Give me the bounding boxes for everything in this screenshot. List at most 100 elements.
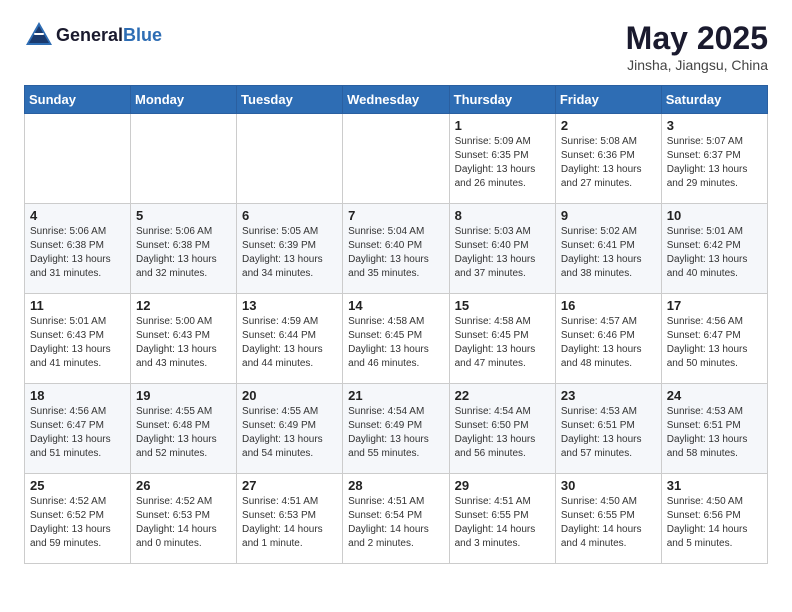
day-number: 7	[348, 208, 443, 223]
day-info: Sunrise: 4:53 AM Sunset: 6:51 PM Dayligh…	[561, 405, 656, 461]
month-year: May 2025	[626, 20, 768, 57]
calendar-cell: 13 Sunrise: 4:59 AM Sunset: 6:44 PM Dayli…	[237, 294, 343, 384]
calendar-cell: 27Sunrise: 4:51 AM Sunset: 6:53 PM Dayli…	[237, 474, 343, 564]
day-number: 24	[667, 388, 762, 403]
day-number: 10	[667, 208, 762, 223]
day-number: 11	[30, 298, 125, 313]
day-number: 2	[561, 118, 656, 133]
day-info: Sunrise: 4:52 AM Sunset: 6:52 PM Dayligh…	[30, 495, 125, 551]
calendar-cell	[131, 114, 237, 204]
day-number: 3	[667, 118, 762, 133]
header: GeneralBlue May 2025 Jinsha, Jiangsu, Ch…	[24, 20, 768, 73]
day-info: Sunrise: 4:58 AM Sunset: 6:45 PM Dayligh…	[455, 315, 550, 371]
day-info: Sunrise: 5:02 AM Sunset: 6:41 PM Dayligh…	[561, 225, 656, 281]
calendar-cell: 2Sunrise: 5:08 AM Sunset: 6:36 PM Daylig…	[555, 114, 661, 204]
calendar-cell: 26 Sunrise: 4:52 AM Sunset: 6:53 PM Dayli…	[131, 474, 237, 564]
calendar-cell: 4 Sunrise: 5:06 AM Sunset: 6:38 PM Daylig…	[25, 204, 131, 294]
calendar-cell: 16Sunrise: 4:57 AM Sunset: 6:46 PM Dayli…	[555, 294, 661, 384]
calendar-cell: 19 Sunrise: 4:55 AM Sunset: 6:48 PM Dayli…	[131, 384, 237, 474]
day-info: Sunrise: 5:00 AM Sunset: 6:43 PM Dayligh…	[136, 315, 231, 371]
day-info: Sunrise: 4:52 AM Sunset: 6:53 PM Dayligh…	[136, 495, 231, 551]
day-number: 1	[455, 118, 550, 133]
calendar-cell	[237, 114, 343, 204]
day-number: 13	[242, 298, 337, 313]
day-info: Sunrise: 4:54 AM Sunset: 6:50 PM Dayligh…	[455, 405, 550, 461]
day-number: 4	[30, 208, 125, 223]
calendar-table: SundayMondayTuesdayWednesdayThursdayFrid…	[24, 85, 768, 564]
calendar-cell: 15 Sunrise: 4:58 AM Sunset: 6:45 PM Dayli…	[449, 294, 555, 384]
calendar-cell: 20 Sunrise: 4:55 AM Sunset: 6:49 PM Dayli…	[237, 384, 343, 474]
calendar-cell: 22Sunrise: 4:54 AM Sunset: 6:50 PM Dayli…	[449, 384, 555, 474]
calendar-cell: 9 Sunrise: 5:02 AM Sunset: 6:41 PM Daylig…	[555, 204, 661, 294]
calendar-cell: 14Sunrise: 4:58 AM Sunset: 6:45 PM Dayli…	[343, 294, 449, 384]
day-info: Sunrise: 4:51 AM Sunset: 6:55 PM Dayligh…	[455, 495, 550, 551]
day-info: Sunrise: 5:05 AM Sunset: 6:39 PM Dayligh…	[242, 225, 337, 281]
day-number: 12	[136, 298, 231, 313]
calendar-cell: 29 Sunrise: 4:51 AM Sunset: 6:55 PM Dayli…	[449, 474, 555, 564]
day-info: Sunrise: 4:55 AM Sunset: 6:48 PM Dayligh…	[136, 405, 231, 461]
calendar-cell: 7 Sunrise: 5:04 AM Sunset: 6:40 PM Daylig…	[343, 204, 449, 294]
day-number: 23	[561, 388, 656, 403]
day-info: Sunrise: 4:54 AM Sunset: 6:49 PM Dayligh…	[348, 405, 443, 461]
day-header-saturday: Saturday	[661, 86, 767, 114]
calendar-cell	[25, 114, 131, 204]
day-info: Sunrise: 4:50 AM Sunset: 6:56 PM Dayligh…	[667, 495, 762, 551]
calendar-cell: 11 Sunrise: 5:01 AM Sunset: 6:43 PM Dayli…	[25, 294, 131, 384]
day-header-sunday: Sunday	[25, 86, 131, 114]
day-number: 20	[242, 388, 337, 403]
day-number: 15	[455, 298, 550, 313]
page: GeneralBlue May 2025 Jinsha, Jiangsu, Ch…	[0, 0, 792, 584]
day-info: Sunrise: 5:03 AM Sunset: 6:40 PM Dayligh…	[455, 225, 550, 281]
day-info: Sunrise: 4:55 AM Sunset: 6:49 PM Dayligh…	[242, 405, 337, 461]
calendar-cell: 1 Sunrise: 5:09 AM Sunset: 6:35 PM Daylig…	[449, 114, 555, 204]
calendar-cell: 24 Sunrise: 4:53 AM Sunset: 6:51 PM Dayli…	[661, 384, 767, 474]
day-info: Sunrise: 5:01 AM Sunset: 6:42 PM Dayligh…	[667, 225, 762, 281]
calendar-week-row: 25Sunrise: 4:52 AM Sunset: 6:52 PM Dayli…	[25, 474, 768, 564]
logo-general: General	[56, 25, 123, 45]
day-info: Sunrise: 4:56 AM Sunset: 6:47 PM Dayligh…	[667, 315, 762, 371]
day-info: Sunrise: 4:57 AM Sunset: 6:46 PM Dayligh…	[561, 315, 656, 371]
calendar-cell	[343, 114, 449, 204]
calendar-cell: 17Sunrise: 4:56 AM Sunset: 6:47 PM Dayli…	[661, 294, 767, 384]
day-info: Sunrise: 4:51 AM Sunset: 6:53 PM Dayligh…	[242, 495, 337, 551]
day-info: Sunrise: 5:09 AM Sunset: 6:35 PM Dayligh…	[455, 135, 550, 191]
logo: GeneralBlue	[24, 20, 162, 50]
calendar-cell: 23 Sunrise: 4:53 AM Sunset: 6:51 PM Dayli…	[555, 384, 661, 474]
day-info: Sunrise: 5:01 AM Sunset: 6:43 PM Dayligh…	[30, 315, 125, 371]
calendar-week-row: 4 Sunrise: 5:06 AM Sunset: 6:38 PM Daylig…	[25, 204, 768, 294]
day-info: Sunrise: 5:07 AM Sunset: 6:37 PM Dayligh…	[667, 135, 762, 191]
day-header-thursday: Thursday	[449, 86, 555, 114]
calendar-cell: 5 Sunrise: 5:06 AM Sunset: 6:38 PM Daylig…	[131, 204, 237, 294]
calendar-cell: 25Sunrise: 4:52 AM Sunset: 6:52 PM Dayli…	[25, 474, 131, 564]
day-info: Sunrise: 4:53 AM Sunset: 6:51 PM Dayligh…	[667, 405, 762, 461]
day-header-wednesday: Wednesday	[343, 86, 449, 114]
day-number: 8	[455, 208, 550, 223]
calendar-week-row: 1 Sunrise: 5:09 AM Sunset: 6:35 PM Daylig…	[25, 114, 768, 204]
day-number: 6	[242, 208, 337, 223]
day-info: Sunrise: 4:59 AM Sunset: 6:44 PM Dayligh…	[242, 315, 337, 371]
calendar-cell: 12 Sunrise: 5:00 AM Sunset: 6:43 PM Dayli…	[131, 294, 237, 384]
day-number: 18	[30, 388, 125, 403]
calendar-cell: 10 Sunrise: 5:01 AM Sunset: 6:42 PM Dayli…	[661, 204, 767, 294]
day-header-friday: Friday	[555, 86, 661, 114]
day-number: 28	[348, 478, 443, 493]
calendar-cell: 6 Sunrise: 5:05 AM Sunset: 6:39 PM Daylig…	[237, 204, 343, 294]
day-number: 9	[561, 208, 656, 223]
day-info: Sunrise: 5:06 AM Sunset: 6:38 PM Dayligh…	[136, 225, 231, 281]
calendar-cell: 30Sunrise: 4:50 AM Sunset: 6:55 PM Dayli…	[555, 474, 661, 564]
calendar-week-row: 18Sunrise: 4:56 AM Sunset: 6:47 PM Dayli…	[25, 384, 768, 474]
day-number: 5	[136, 208, 231, 223]
logo-blue: Blue	[123, 25, 162, 45]
day-info: Sunrise: 4:51 AM Sunset: 6:54 PM Dayligh…	[348, 495, 443, 551]
day-number: 29	[455, 478, 550, 493]
day-number: 26	[136, 478, 231, 493]
day-info: Sunrise: 5:06 AM Sunset: 6:38 PM Dayligh…	[30, 225, 125, 281]
day-info: Sunrise: 5:04 AM Sunset: 6:40 PM Dayligh…	[348, 225, 443, 281]
day-number: 14	[348, 298, 443, 313]
day-number: 19	[136, 388, 231, 403]
logo-text: GeneralBlue	[56, 25, 162, 46]
day-info: Sunrise: 4:50 AM Sunset: 6:55 PM Dayligh…	[561, 495, 656, 551]
calendar-cell: 28 Sunrise: 4:51 AM Sunset: 6:54 PM Dayli…	[343, 474, 449, 564]
day-number: 21	[348, 388, 443, 403]
title-block: May 2025 Jinsha, Jiangsu, China	[626, 20, 768, 73]
